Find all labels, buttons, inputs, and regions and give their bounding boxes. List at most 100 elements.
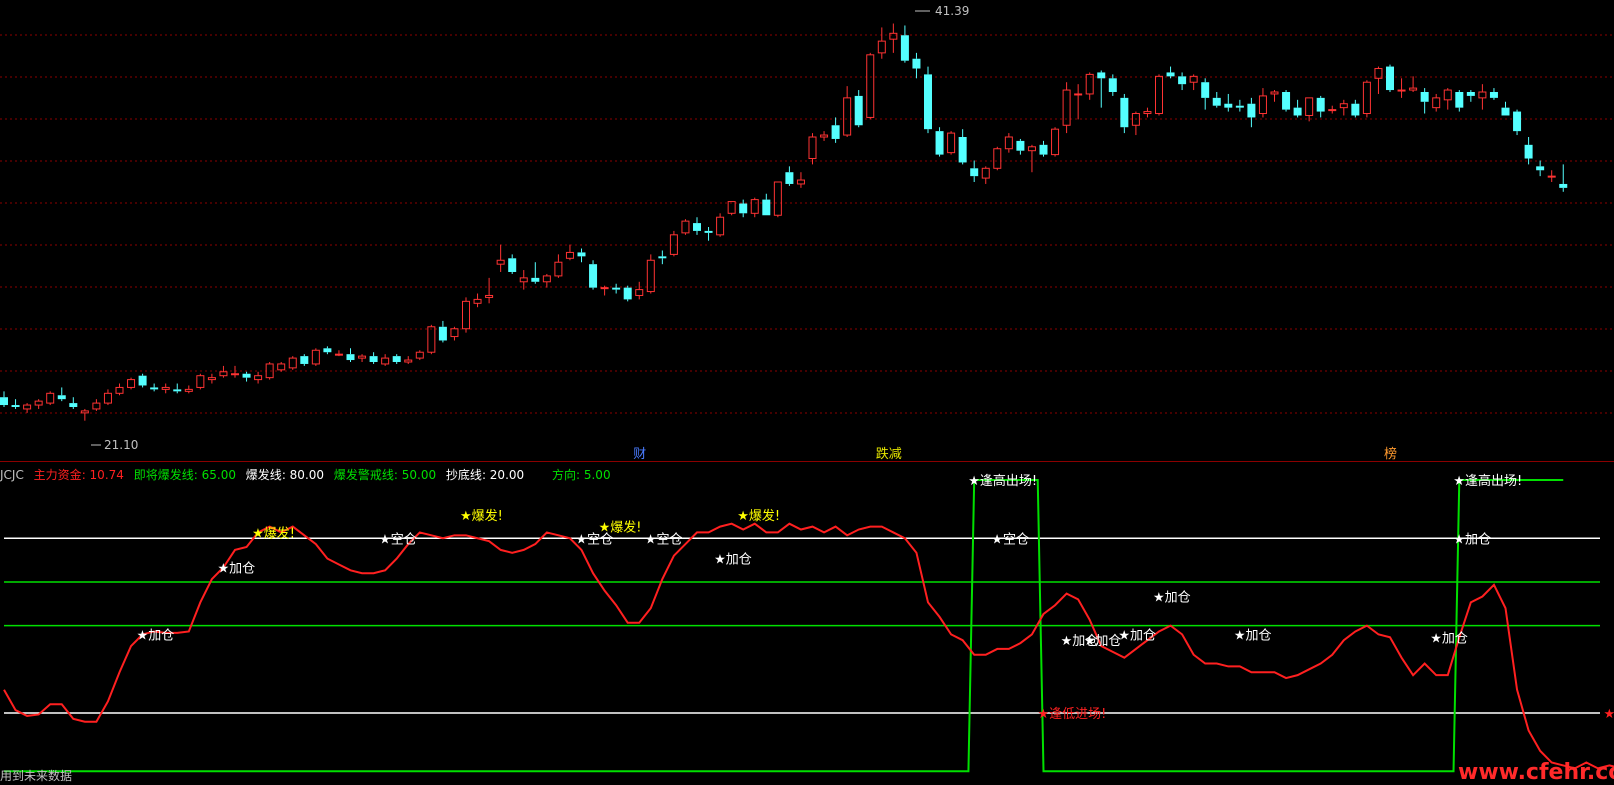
star-icon: ★ bbox=[1453, 474, 1465, 489]
main-fund-line bbox=[3, 522, 1614, 770]
candle bbox=[184, 385, 193, 394]
candle bbox=[219, 365, 228, 378]
candle bbox=[1455, 90, 1464, 112]
candle bbox=[11, 399, 20, 409]
event-marker: 榜 bbox=[1384, 446, 1397, 462]
candle bbox=[889, 23, 898, 53]
signal-label: ★加仓 bbox=[137, 628, 175, 643]
star-icon: ★ bbox=[217, 561, 229, 576]
candle bbox=[334, 350, 343, 357]
candlestick-chart[interactable]: 41.39 21.10 财 跌减 榜 bbox=[0, 0, 1614, 462]
candle bbox=[958, 129, 967, 165]
star-icon: ★ bbox=[1153, 591, 1165, 606]
candle bbox=[1143, 107, 1152, 118]
candle bbox=[46, 391, 55, 406]
signal-text: 逢高出场! bbox=[980, 473, 1037, 489]
candle bbox=[877, 27, 886, 59]
candle bbox=[762, 193, 771, 216]
candle bbox=[161, 383, 170, 394]
star-icon: ★ bbox=[460, 509, 472, 524]
candle bbox=[138, 373, 147, 388]
star-icon: ★ bbox=[968, 474, 980, 489]
signal-labels: ★加仓★加仓★爆发! ★空仓★爆发!★空仓★爆发!★空仓★加仓★爆发!★空仓★加仓… bbox=[137, 473, 1614, 722]
candle bbox=[1432, 93, 1441, 112]
candle bbox=[1420, 88, 1429, 114]
low-price-label: 21.10 bbox=[104, 438, 138, 452]
candle bbox=[381, 354, 390, 366]
candle bbox=[207, 373, 216, 384]
signal-label: ★逢低进场! bbox=[1603, 707, 1614, 722]
candle bbox=[658, 250, 667, 265]
star-icon: ★ bbox=[599, 521, 611, 536]
candle bbox=[23, 403, 32, 413]
star-icon: ★ bbox=[576, 532, 588, 547]
candle bbox=[773, 181, 782, 218]
candle bbox=[866, 52, 875, 120]
signal-label: ★逢高出场! bbox=[1453, 473, 1522, 489]
signal-label: ★加仓 bbox=[1234, 628, 1272, 643]
candle bbox=[485, 277, 494, 304]
candle bbox=[900, 25, 909, 63]
candle bbox=[1443, 88, 1452, 110]
candle bbox=[1339, 99, 1348, 116]
candle bbox=[231, 365, 239, 378]
candle bbox=[1178, 72, 1187, 91]
candle bbox=[577, 248, 586, 263]
candle bbox=[115, 383, 124, 396]
signal-text: 爆发! bbox=[472, 508, 503, 524]
signal-label: ★爆发! bbox=[252, 525, 295, 541]
signal-text: 加仓 bbox=[1246, 628, 1272, 643]
candle bbox=[727, 201, 736, 216]
candle bbox=[346, 348, 355, 362]
signal-label: ★加仓 bbox=[714, 553, 752, 568]
candle bbox=[1074, 84, 1083, 120]
signal-text: 逢高出场! bbox=[1465, 473, 1522, 489]
candle bbox=[808, 133, 817, 165]
price-grid bbox=[0, 34, 1614, 414]
signal-text: 加仓 bbox=[1465, 532, 1491, 547]
candle bbox=[542, 273, 551, 288]
candles bbox=[0, 23, 1568, 421]
candle bbox=[323, 346, 332, 355]
candle bbox=[1120, 93, 1129, 134]
candle bbox=[1212, 92, 1221, 108]
candle bbox=[1513, 109, 1522, 136]
indicator-chart[interactable]: ★加仓★加仓★爆发! ★空仓★爆发!★空仓★爆发!★空仓★加仓★爆发!★空仓★加仓… bbox=[0, 462, 1614, 785]
signal-label: ★逢高出场! bbox=[968, 473, 1037, 489]
candle bbox=[854, 90, 863, 128]
candle bbox=[993, 146, 1002, 171]
star-icon: ★ bbox=[645, 532, 657, 547]
candle bbox=[1386, 64, 1394, 92]
candle bbox=[635, 281, 644, 300]
star-icon: ★ bbox=[737, 509, 749, 524]
candle bbox=[796, 172, 805, 188]
signal-text: 加仓 bbox=[1165, 591, 1191, 606]
candle bbox=[785, 166, 794, 186]
signal-label: ★空仓 bbox=[379, 532, 417, 547]
star-icon: ★ bbox=[252, 526, 264, 541]
candle bbox=[1501, 101, 1510, 116]
candle bbox=[1547, 170, 1556, 182]
candle bbox=[1489, 88, 1498, 100]
candle bbox=[1524, 137, 1533, 165]
candle bbox=[1466, 90, 1475, 102]
watermark: www.cfehr.com bbox=[1458, 760, 1614, 785]
signal-text: 加仓 bbox=[726, 553, 752, 568]
candle bbox=[103, 389, 112, 406]
candle bbox=[496, 244, 505, 272]
star-icon: ★ bbox=[1234, 628, 1246, 643]
candle bbox=[843, 86, 852, 137]
candle bbox=[947, 131, 956, 155]
signal-label: ★爆发! bbox=[460, 508, 503, 524]
candle bbox=[1097, 70, 1106, 108]
candle bbox=[1085, 72, 1094, 100]
signal-label: ★爆发! bbox=[737, 508, 780, 524]
signal-text: 爆发! bbox=[749, 508, 780, 524]
candle bbox=[462, 297, 470, 333]
candle bbox=[1166, 66, 1175, 79]
star-icon: ★ bbox=[1038, 707, 1050, 722]
star-icon: ★ bbox=[1603, 707, 1614, 722]
candle bbox=[150, 383, 159, 392]
star-icon: ★ bbox=[1453, 532, 1465, 547]
candle bbox=[1039, 140, 1048, 157]
